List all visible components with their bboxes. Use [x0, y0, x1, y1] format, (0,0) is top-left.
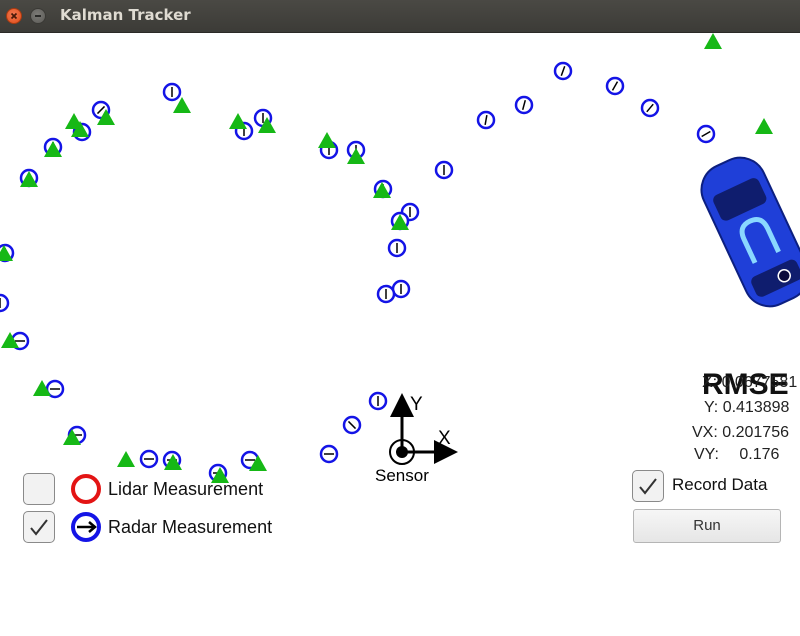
rmse-vx-label: VX:	[692, 424, 718, 441]
rmse-vx-row: VX: 0.201756	[692, 424, 789, 442]
radar-marker-icon	[605, 76, 625, 96]
radar-marker-icon	[553, 61, 573, 81]
rmse-x-value: 0.0677581	[721, 374, 798, 391]
x-axis-label: X	[438, 428, 451, 449]
measurement-layer	[0, 33, 777, 483]
radar-marker-icon	[139, 449, 159, 469]
radar-legend-icon	[71, 512, 101, 542]
radar-marker-icon	[514, 95, 534, 115]
estimate-marker-icon	[117, 451, 135, 467]
rmse-x-label: X:	[702, 374, 718, 391]
lidar-legend-label: Lidar Measurement	[108, 479, 264, 499]
checkmark-icon	[30, 519, 48, 536]
lidar-checkbox[interactable]	[23, 473, 55, 505]
window-title: Kalman Tracker	[60, 6, 191, 24]
minimize-button[interactable]	[30, 8, 46, 24]
radar-marker-icon	[368, 391, 388, 411]
estimate-marker-icon	[318, 132, 336, 148]
rmse-y-value: 0.413898	[722, 399, 790, 416]
sensor-dot	[396, 446, 408, 458]
radar-marker-icon	[696, 124, 716, 144]
car-icon	[700, 156, 800, 308]
estimate-marker-icon	[704, 33, 722, 49]
record-data-checkbox[interactable]	[632, 470, 664, 502]
radar-legend-label: Radar Measurement	[108, 517, 273, 537]
radar-marker-icon	[0, 293, 10, 313]
rmse-x-row: X: 0.0677581	[702, 374, 797, 392]
rmse-vx-value: 0.201756	[722, 424, 789, 441]
lidar-legend-icon	[71, 474, 101, 504]
radar-marker-icon	[319, 444, 339, 464]
title-bar: Kalman Tracker	[0, 0, 800, 33]
rmse-y-label: Y:	[704, 399, 719, 416]
sensor-axes: Y X Sensor	[375, 393, 458, 485]
close-icon	[10, 12, 18, 20]
radar-marker-icon	[391, 279, 411, 299]
rmse-vy-value: 0.176	[739, 446, 780, 463]
y-axis-label: Y	[410, 394, 423, 415]
rmse-vy-row: VY: 0.176	[694, 446, 779, 464]
rmse-vy-label: VY:	[694, 446, 719, 463]
estimate-marker-icon	[755, 118, 773, 134]
run-button[interactable]: Run	[633, 509, 781, 543]
radar-checkbox[interactable]	[23, 511, 55, 543]
close-button[interactable]	[6, 8, 22, 24]
radar-marker-icon	[376, 284, 396, 304]
sensor-label: Sensor	[375, 466, 429, 485]
radar-marker-icon	[342, 415, 362, 435]
radar-marker-icon	[640, 98, 660, 118]
radar-marker-icon	[476, 110, 496, 130]
radar-marker-icon	[162, 82, 182, 102]
checkmark-icon	[639, 478, 657, 495]
minimize-icon	[35, 15, 41, 17]
rmse-y-row: Y: 0.413898	[704, 399, 789, 417]
radar-marker-icon	[434, 160, 454, 180]
record-data-label: Record Data	[672, 475, 768, 494]
simulator-view: Y X Sensor RMSE X: 0.0677581 Y: 0.413898…	[0, 32, 800, 632]
estimate-marker-icon	[229, 113, 247, 129]
radar-marker-icon	[387, 238, 407, 258]
